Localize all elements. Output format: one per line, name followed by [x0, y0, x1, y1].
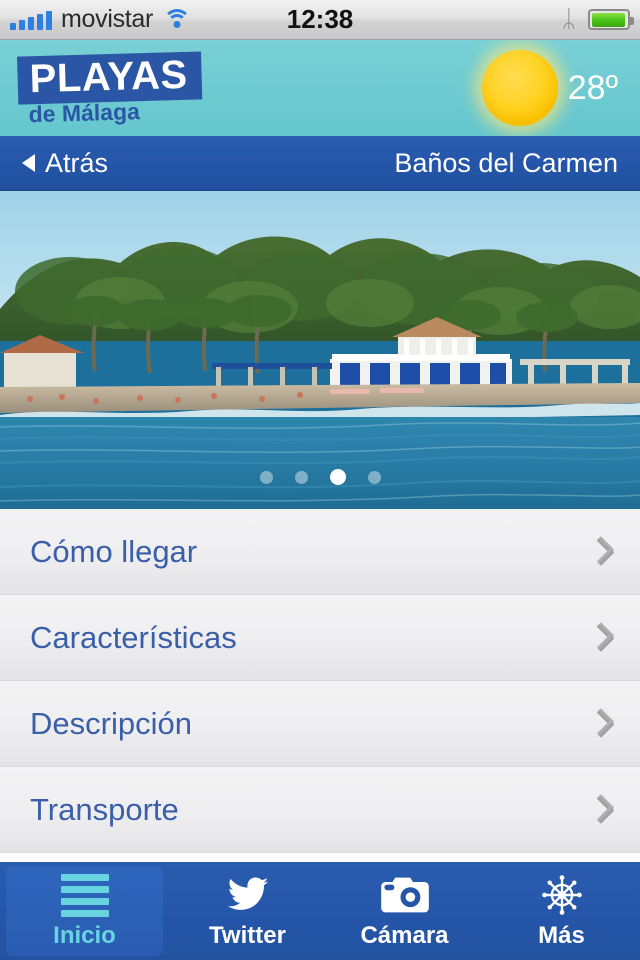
list-item[interactable]: Características [0, 595, 640, 681]
tab-bar: Inicio Twitter Cámara Más [0, 862, 640, 960]
temperature-label: 28º [567, 68, 618, 107]
navigation-bar: Atrás Baños del Carmen [0, 136, 640, 191]
list-item[interactable]: Transporte [0, 767, 640, 853]
tab-mas[interactable]: Más [483, 862, 640, 960]
chevron-right-icon [594, 621, 618, 655]
status-bar: movistar 12:38 ᛦ [0, 0, 640, 40]
list-item-label: Cómo llegar [30, 533, 198, 569]
app-logo: PLAYAS de Málaga [17, 51, 203, 128]
chevron-right-icon [594, 707, 618, 741]
page-title: Baños del Carmen [394, 147, 618, 178]
weather-widget: 28º [481, 50, 618, 126]
list-item[interactable]: Descripción [0, 681, 640, 767]
tab-camara[interactable]: Cámara [326, 862, 483, 960]
tab-label: Más [538, 922, 585, 949]
tab-inicio[interactable]: Inicio [6, 866, 163, 956]
back-button-label: Atrás [45, 147, 109, 178]
tab-label: Twitter [209, 922, 286, 949]
brand-header: PLAYAS de Málaga 28º [0, 40, 640, 136]
status-bar-clock: 12:38 [286, 4, 354, 34]
list-item-label: Transporte [30, 791, 179, 827]
list-lines-icon [60, 872, 109, 918]
camera-icon [379, 872, 431, 918]
logo-secondary-text: de Málaga [28, 98, 141, 128]
ship-wheel-icon [537, 872, 587, 918]
gallery-dot[interactable] [367, 470, 381, 484]
app-screen: movistar 12:38 ᛦ PLAYAS de Málaga 28º At… [0, 0, 640, 960]
logo-primary-text: PLAYAS [17, 51, 203, 105]
gallery-page-dots[interactable] [0, 469, 640, 485]
chevron-right-icon [594, 793, 618, 827]
tab-twitter[interactable]: Twitter [169, 862, 326, 960]
triangle-left-icon [22, 154, 35, 172]
list-item-label: Características [30, 619, 237, 655]
gallery-dot[interactable] [294, 470, 308, 484]
sun-icon [481, 50, 558, 126]
beach-photo-image [0, 191, 640, 509]
twitter-bird-icon [222, 872, 274, 918]
battery-icon [588, 9, 634, 30]
tab-label: Inicio [53, 922, 116, 949]
beach-photo[interactable] [0, 191, 640, 509]
detail-sections-list: Cómo llegar Características Descripción … [0, 509, 640, 853]
chevron-right-icon [594, 535, 618, 569]
back-button[interactable]: Atrás [22, 148, 108, 179]
gallery-dot-active[interactable] [329, 469, 346, 485]
list-item[interactable]: Cómo llegar [0, 509, 640, 595]
tab-label: Cámara [360, 922, 449, 949]
gallery-dot[interactable] [259, 470, 273, 484]
list-item-label: Descripción [30, 705, 192, 741]
